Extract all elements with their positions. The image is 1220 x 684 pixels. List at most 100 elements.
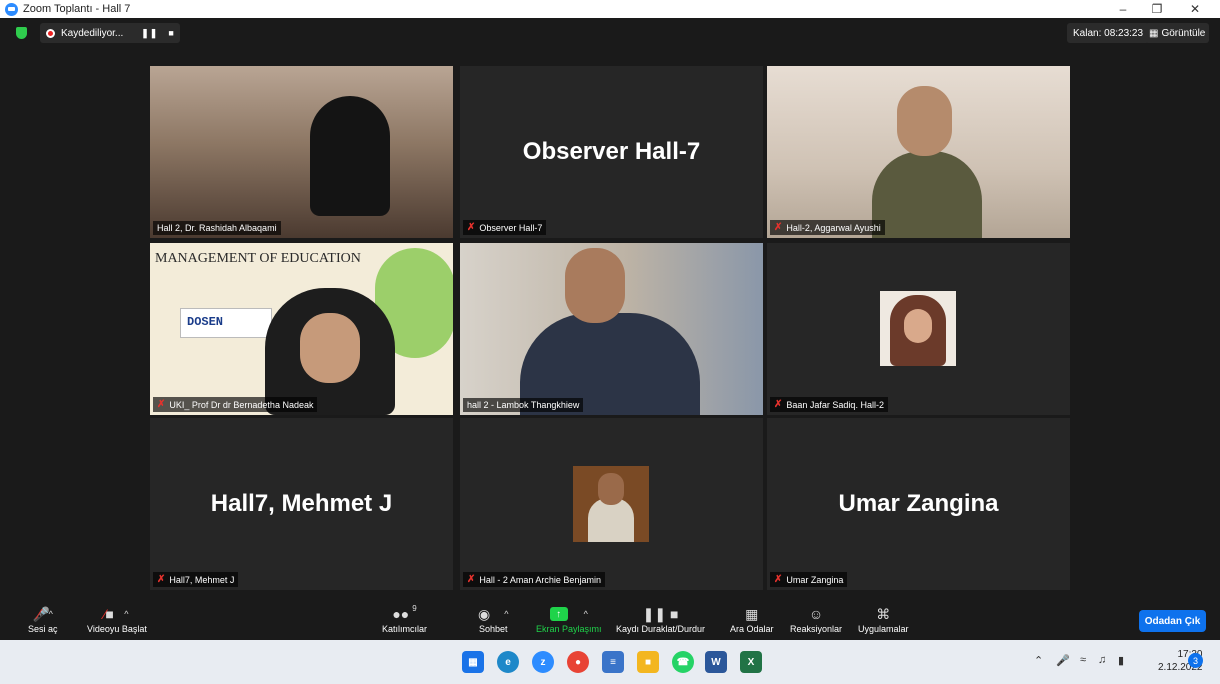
chat-label: Sohbet [478, 624, 508, 634]
apps-label: Uygulamalar [858, 624, 909, 634]
participant-name-label: ✗ Observer Hall-7 [463, 220, 547, 235]
word-icon[interactable]: W [705, 651, 727, 673]
reactions-icon: ☺ [808, 606, 824, 622]
tray-chevron-icon[interactable]: ⌃ [1034, 654, 1043, 667]
participant-name-label: ✗ Hall-2, Aggarwal Ayushi [770, 220, 885, 235]
slide-box: DOSEN [180, 308, 272, 338]
notepad-icon[interactable]: ≡ [602, 651, 624, 673]
video-tile[interactable]: Hall 2, Dr. Rashidah Albaqami [150, 66, 453, 238]
security-shield-icon[interactable] [16, 27, 27, 39]
zoom-taskbar-icon[interactable]: z [532, 651, 554, 673]
breakout-rooms-button[interactable]: ▦ Ara Odalar [730, 604, 774, 635]
video-tile[interactable]: Umar Zangina ✗ Umar Zangina [767, 418, 1070, 590]
tray-mic-icon[interactable]: 🎤 [1056, 654, 1070, 667]
pause-stop-icon: ❚❚ ■ [642, 605, 679, 622]
close-icon[interactable]: ✕ [1178, 0, 1212, 18]
meeting-controls: 🎤 ⁄ ^ Sesi aç ■ ⁄ ^ Videoyu Başlat ●● 9 Katıl… [0, 602, 1220, 640]
apps-button[interactable]: ⌘ Uygulamalar [858, 604, 909, 635]
mic-muted-icon: ✗ [467, 222, 476, 233]
participants-icon: ●● 9 [392, 604, 417, 622]
grid-view-icon: ▦ [1149, 27, 1159, 39]
avatar-face [904, 309, 932, 343]
pause-record-button[interactable]: ❚❚ ■ Kaydı Duraklat/Durdur [616, 604, 706, 635]
video-tile[interactable]: MANAGEMENT OF EDUCATION DOSEN ✗ UKI_ Prof… [150, 243, 453, 415]
mic-muted-icon: ✗ [774, 399, 783, 410]
zoom-logo-icon [5, 2, 18, 16]
recording-label: Kaydediliyor... [61, 27, 124, 39]
windows-taskbar: ▦ e z ● ≡ ■ ☎ W X ⌃ 🎤 ≈ ♫ ▮ 17:30 2.12.2… [0, 640, 1220, 684]
meeting-area: Kaydediliyor... ❚❚ ■ Kalan: 08:23:23 ▦ G… [0, 18, 1220, 602]
participant-face [565, 248, 625, 323]
excel-icon[interactable]: X [740, 651, 762, 673]
participant-face [300, 313, 360, 383]
file-explorer-icon[interactable]: ■ [637, 651, 659, 673]
share-screen-button[interactable]: ↑ ^ Ekran Paylaşımı [536, 604, 602, 634]
breakout-rooms-icon: ▦ [745, 605, 759, 622]
battery-icon[interactable]: ▮ [1118, 654, 1124, 667]
participant-video [150, 66, 453, 238]
record-dot-icon [46, 28, 55, 38]
chat-button[interactable]: ◉ ^ Sohbet [478, 604, 509, 635]
participant-name-label: ✗ Hall7, Mehmet J [153, 572, 239, 587]
start-video-label: Videoyu Başlat [87, 624, 147, 634]
stop-record-icon[interactable]: ■ [168, 28, 174, 38]
participants-label: Katılımcılar [382, 624, 428, 634]
video-tile[interactable]: ✗ Hall - 2 Aman Archie Benjamin [460, 418, 763, 590]
mic-muted-icon: ✗ [157, 574, 166, 585]
share-screen-icon: ↑ ^ [549, 604, 588, 624]
share-screen-label: Ekran Paylaşımı [536, 624, 602, 634]
pause-record-icon[interactable]: ❚❚ [141, 28, 158, 39]
mic-muted-icon: 🎤 ⁄ ^ [32, 605, 53, 623]
participant-name-label: hall 2 - Lambok Thangkhiew [463, 398, 584, 412]
recording-indicator: Kaydediliyor... ❚❚ ■ [40, 23, 180, 43]
unmute-label: Sesi aç [28, 624, 58, 634]
pause-record-label: Kaydı Duraklat/Durdur [616, 624, 706, 634]
participants-button[interactable]: ●● 9 Katılımcılar [382, 604, 427, 634]
volume-icon[interactable]: ♫ [1098, 654, 1106, 666]
minimize-icon[interactable]: – [1106, 0, 1140, 18]
video-tile[interactable]: Hall7, Mehmet J ✗ Hall7, Mehmet J [150, 418, 453, 590]
whatsapp-icon[interactable]: ☎ [672, 651, 694, 673]
avatar-face [598, 473, 624, 505]
reactions-label: Reaksiyonlar [790, 624, 843, 634]
windows-start-icon[interactable]: ▦ [462, 651, 484, 673]
participant-big-name: Hall7, Mehmet J [210, 490, 393, 517]
participant-name-label: ✗ Hall - 2 Aman Archie Benjamin [463, 572, 605, 587]
participant-face [897, 86, 952, 156]
video-tile[interactable]: hall 2 - Lambok Thangkhiew [460, 243, 763, 415]
start-video-button[interactable]: ■ ⁄ ^ Videoyu Başlat [87, 604, 147, 634]
wifi-icon[interactable]: ≈ [1080, 654, 1086, 666]
participant-name-label: ✗ Umar Zangina [770, 572, 848, 587]
chat-icon: ◉ ^ [478, 605, 509, 622]
video-tile[interactable]: ✗ Hall-2, Aggarwal Ayushi [767, 66, 1070, 238]
window-titlebar: Zoom Toplantı - Hall 7 – ❐ ✕ [0, 0, 1220, 18]
view-button[interactable]: ▦ Görüntüle [1145, 23, 1210, 43]
meeting-topbar: Kaydediliyor... ❚❚ ■ Kalan: 08:23:23 ▦ G… [0, 18, 1220, 48]
breakout-label: Ara Odalar [730, 624, 774, 634]
notification-badge[interactable]: 3 [1188, 653, 1203, 668]
mic-muted-icon: ✗ [157, 399, 166, 410]
leave-button[interactable]: Odadan Çık [1139, 610, 1206, 632]
chrome-icon[interactable]: ● [567, 651, 589, 673]
video-tile[interactable]: ✗ Baan Jafar Sadiq. Hall-2 [767, 243, 1070, 415]
edge-icon[interactable]: e [497, 651, 519, 673]
view-label: Görüntüle [1161, 27, 1206, 39]
participant-figure [310, 96, 390, 216]
participant-big-name: Umar Zangina [838, 490, 999, 517]
video-tile[interactable]: Observer Hall-7 ✗ Observer Hall-7 [460, 66, 763, 238]
participant-big-name: Observer Hall-7 [522, 138, 701, 165]
unmute-button[interactable]: 🎤 ⁄ ^ Sesi aç [28, 604, 58, 635]
apps-icon: ⌘ [876, 605, 891, 622]
participant-name-label: ✗ Baan Jafar Sadiq. Hall-2 [770, 397, 888, 412]
video-off-icon: ■ ⁄ ^ [103, 606, 129, 622]
time-left-badge: Kalan: 08:23:23 [1067, 23, 1150, 43]
participant-name-label: ✗ UKI_ Prof Dr dr Bernadetha Nadeak [153, 397, 318, 412]
mic-muted-icon: ✗ [467, 574, 476, 585]
restore-icon[interactable]: ❐ [1140, 0, 1174, 18]
slide-title: MANAGEMENT OF EDUCATION [155, 251, 361, 266]
reactions-button[interactable]: ☺ Reaksiyonlar [790, 604, 842, 634]
participants-count: 9 [412, 604, 417, 613]
window-title: Zoom Toplantı - Hall 7 [23, 3, 131, 15]
participant-name-label: Hall 2, Dr. Rashidah Albaqami [153, 221, 281, 235]
participant-figure [872, 151, 982, 238]
